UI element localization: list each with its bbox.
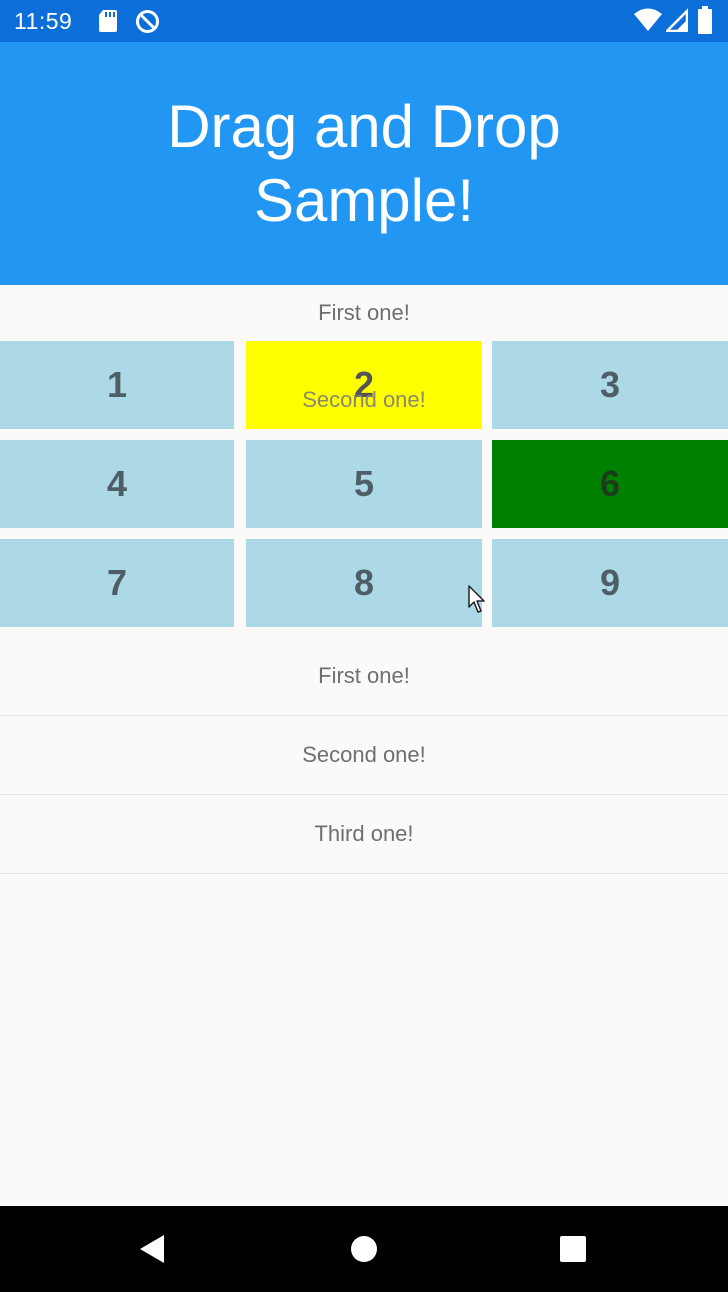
list-item[interactable]: First one! xyxy=(0,637,728,716)
battery-icon xyxy=(698,6,712,39)
sd-card-icon xyxy=(98,9,118,38)
drop-target-label: First one! xyxy=(318,300,410,325)
recents-icon[interactable] xyxy=(559,1235,587,1268)
grid-cell-9[interactable]: 9 xyxy=(492,539,728,627)
signal-icon xyxy=(663,7,689,37)
grid-cell-3[interactable]: 3 xyxy=(492,341,728,429)
grid-cell-4[interactable]: 4 xyxy=(0,440,234,528)
do-not-disturb-icon xyxy=(135,9,160,39)
back-icon[interactable] xyxy=(138,1234,166,1269)
status-time: 11:59 xyxy=(14,8,73,34)
list-item[interactable]: Third one! xyxy=(0,795,728,874)
grid-cell-7[interactable]: 7 xyxy=(0,539,234,627)
page-title: Drag and Drop Sample! xyxy=(167,92,561,234)
grid-cell-6[interactable]: 6 xyxy=(492,440,728,528)
grid-cell-2[interactable]: 2 xyxy=(246,341,482,429)
status-bar: 11:59 xyxy=(0,0,728,42)
list-item[interactable]: Second one! xyxy=(0,716,728,795)
mouse-cursor-icon xyxy=(468,585,488,620)
wifi-icon xyxy=(634,8,662,37)
header: Drag and Drop Sample! xyxy=(0,42,728,285)
navigation-bar xyxy=(0,1206,728,1292)
grid-cell-8[interactable]: 8 xyxy=(246,539,482,627)
home-icon[interactable] xyxy=(350,1234,378,1269)
grid-cell-5[interactable]: 5 xyxy=(246,440,482,528)
grid-cell-1[interactable]: 1 xyxy=(0,341,234,429)
